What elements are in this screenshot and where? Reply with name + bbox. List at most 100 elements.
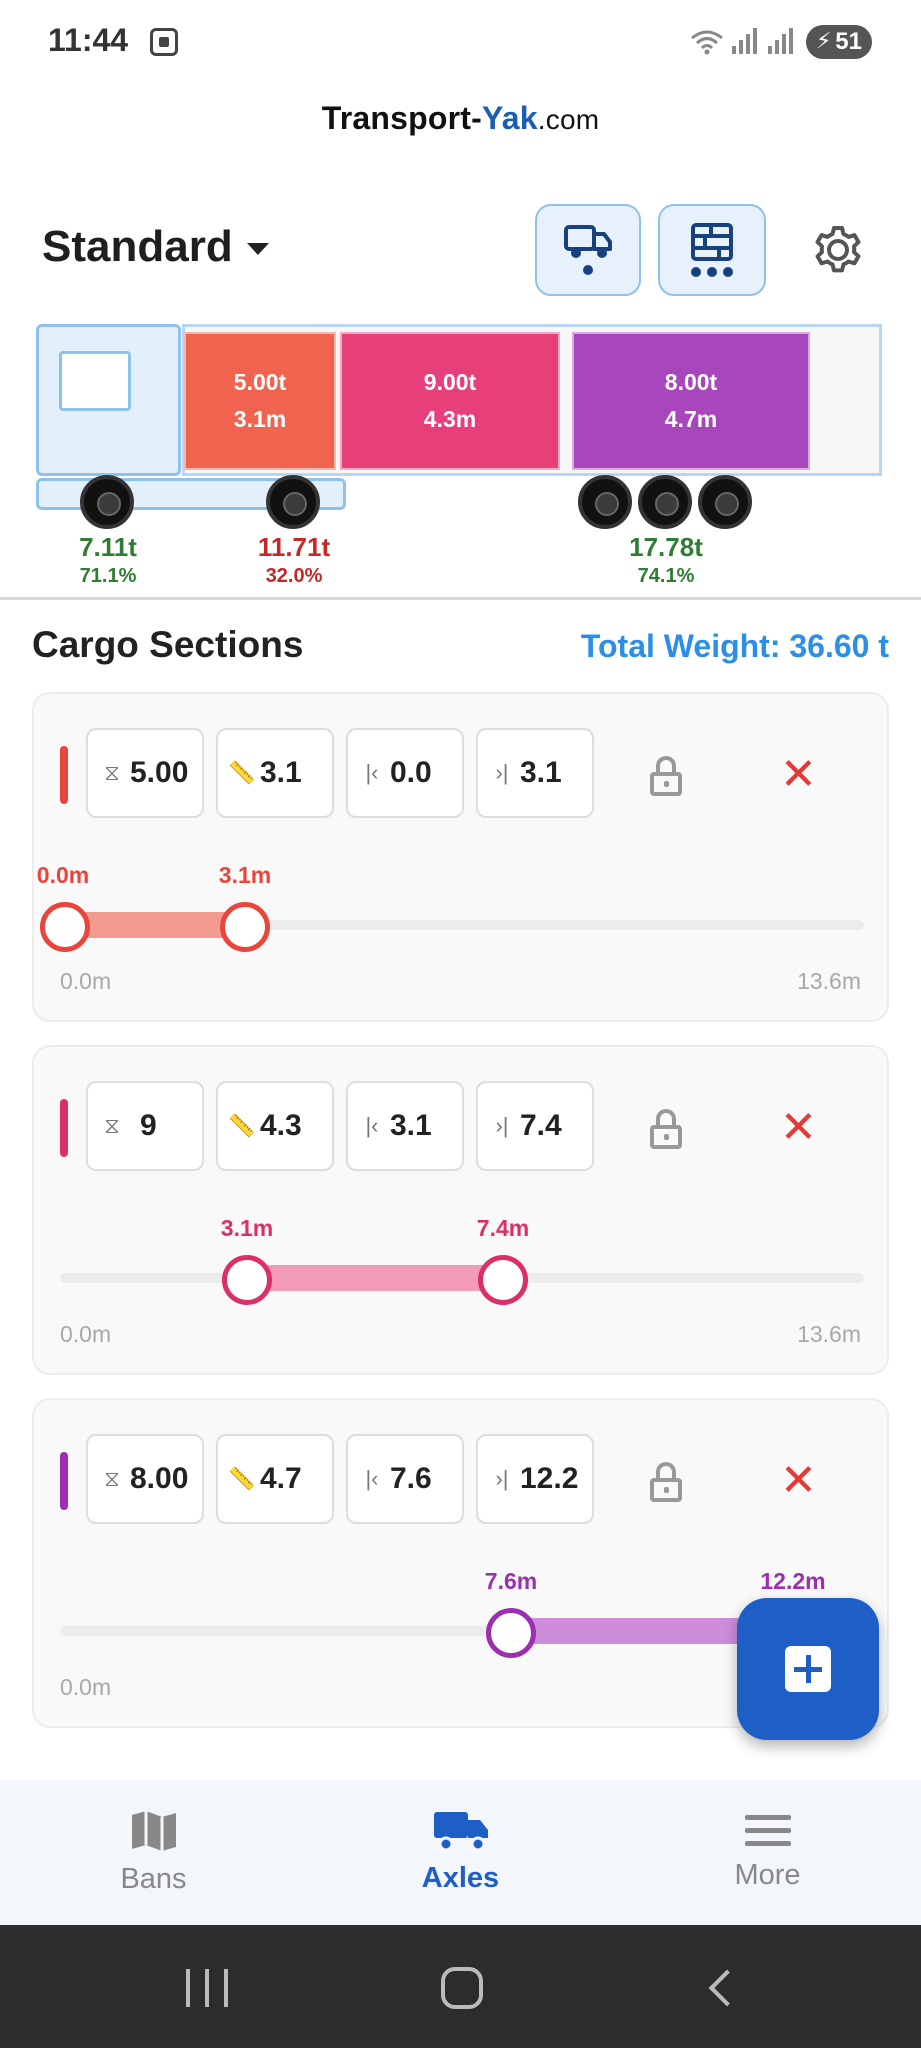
section-color-indicator [60, 746, 68, 804]
axle-weight: 17.78t [629, 532, 703, 562]
length-field[interactable]: 📏 4.3 [216, 1081, 334, 1171]
multi-cargo-view-button[interactable] [658, 204, 766, 296]
delete-section-button[interactable]: ✕ [780, 746, 817, 804]
logo-yak: Yak [481, 100, 538, 136]
end-value: 12.2 [520, 1462, 579, 1495]
length-value: 4.7 [260, 1462, 302, 1495]
logo-text: Transport- [321, 100, 482, 136]
wifi-icon [690, 28, 724, 63]
weight-field[interactable]: ⧖ 9 [86, 1081, 204, 1171]
caret-down-icon [246, 243, 269, 255]
end-position-field[interactable]: ›| 7.4 [476, 1081, 594, 1171]
wheel [698, 475, 752, 529]
truck-icon [433, 1812, 488, 1852]
end-position-field[interactable]: ›| 12.2 [476, 1434, 594, 1524]
end-thumb-label: 7.4m [476, 1215, 530, 1241]
settings-gear-icon[interactable] [812, 224, 864, 276]
recents-icon[interactable] [186, 1969, 228, 2007]
axle-weight: 7.11t [79, 532, 137, 562]
length-value: 4.3 [260, 1109, 302, 1142]
end-arrow-icon: ›| [495, 760, 509, 785]
section-color-indicator [60, 1452, 68, 1510]
nav-label: Axles [421, 1862, 500, 1894]
menu-icon [744, 1815, 791, 1846]
ruler-icon: 📏 [228, 1113, 256, 1138]
weight-field[interactable]: ⧖ 8.00 [86, 1434, 204, 1524]
add-section-button[interactable] [737, 1598, 879, 1740]
unlock-icon[interactable] [650, 1462, 684, 1502]
start-position-field[interactable]: |‹ 3.1 [346, 1081, 464, 1171]
ruler-icon: 📏 [228, 760, 256, 785]
delete-section-button[interactable]: ✕ [780, 1099, 817, 1157]
nav-item-axles[interactable]: Axles [307, 1780, 614, 1925]
nav-label: Bans [120, 1863, 187, 1895]
divider [0, 597, 921, 600]
end-position-field[interactable]: ›| 3.1 [476, 728, 594, 818]
start-thumb-label: 3.1m [220, 1215, 274, 1241]
battery-level: 51 [835, 28, 862, 55]
weight-scale-icon: ⧖ [104, 1113, 120, 1138]
cargo-block-2[interactable]: 9.00t 4.3m [340, 332, 560, 470]
truck-cab [36, 324, 181, 476]
axle-percent: 32.0% [265, 565, 323, 587]
unlock-icon[interactable] [650, 756, 684, 796]
end-value: 3.1 [520, 756, 562, 789]
axle-percent: 71.1% [79, 565, 137, 587]
weight-value: 8.00 [130, 1462, 189, 1495]
end-slider-handle[interactable] [478, 1255, 528, 1305]
length-field[interactable]: 📏 3.1 [216, 728, 334, 818]
single-truck-view-button[interactable] [535, 204, 641, 296]
start-position-field[interactable]: |‹ 7.6 [346, 1434, 464, 1524]
status-bar: 11:44 ⚡ 51 [0, 0, 921, 86]
nav-item-bans[interactable]: Bans [0, 1780, 307, 1925]
start-slider-handle[interactable] [222, 1255, 272, 1305]
length-field[interactable]: 📏 4.7 [216, 1434, 334, 1524]
axle-percent: 74.1% [637, 565, 695, 587]
wheel [266, 475, 320, 529]
page-indicator [691, 267, 733, 277]
back-icon[interactable] [708, 1969, 746, 2007]
start-arrow-icon: |‹ [365, 1113, 379, 1138]
range-min-label: 0.0m [60, 1674, 112, 1700]
home-icon[interactable] [441, 1967, 483, 2009]
cargo-length: 4.3m [423, 406, 477, 432]
cargo-weight: 8.00t [664, 369, 718, 395]
start-value: 0.0 [390, 756, 432, 789]
section-color-indicator [60, 1099, 68, 1157]
start-value: 7.6 [390, 1462, 432, 1495]
cargo-section-card: ⧖ 5.00 📏 3.1 |‹ 0.0 ›| 3.1 ✕ 0.0m 3.1m 0… [32, 692, 889, 1022]
range-max-label: 13.6m [797, 968, 861, 994]
cab-window [59, 351, 131, 411]
end-thumb-label: 12.2m [760, 1568, 826, 1594]
length-value: 3.1 [260, 756, 302, 789]
range-min-label: 0.0m [60, 968, 112, 994]
total-weight: Total Weight: 36.60 t [580, 628, 889, 664]
map-icon [131, 1811, 176, 1851]
system-navigation-bar [0, 1925, 921, 2048]
position-slider-fill [244, 1265, 500, 1291]
wheel [80, 475, 134, 529]
cargo-block-3[interactable]: 8.00t 4.7m [572, 332, 810, 470]
weight-value: 9 [140, 1109, 157, 1142]
screenshot-icon [150, 28, 178, 56]
start-thumb-label: 0.0m [36, 862, 90, 888]
signal-icon [768, 28, 794, 54]
weight-scale-icon: ⧖ [104, 760, 120, 785]
nav-item-more[interactable]: More [614, 1780, 921, 1925]
weight-field[interactable]: ⧖ 5.00 [86, 728, 204, 818]
start-position-field[interactable]: |‹ 0.0 [346, 728, 464, 818]
start-slider-handle[interactable] [486, 1608, 536, 1658]
end-slider-handle[interactable] [220, 902, 270, 952]
delete-section-button[interactable]: ✕ [780, 1452, 817, 1510]
nav-label: More [734, 1859, 801, 1891]
start-slider-handle[interactable] [40, 902, 90, 952]
battery-indicator: ⚡ 51 [806, 25, 872, 59]
unlock-icon[interactable] [650, 1109, 684, 1149]
cargo-length: 3.1m [233, 406, 287, 432]
cargo-block-1[interactable]: 5.00t 3.1m [184, 332, 336, 470]
profile-dropdown[interactable]: Standard [42, 222, 269, 272]
end-arrow-icon: ›| [495, 1113, 509, 1138]
plus-icon [785, 1646, 831, 1692]
end-value: 7.4 [520, 1109, 562, 1142]
end-arrow-icon: ›| [495, 1466, 509, 1491]
